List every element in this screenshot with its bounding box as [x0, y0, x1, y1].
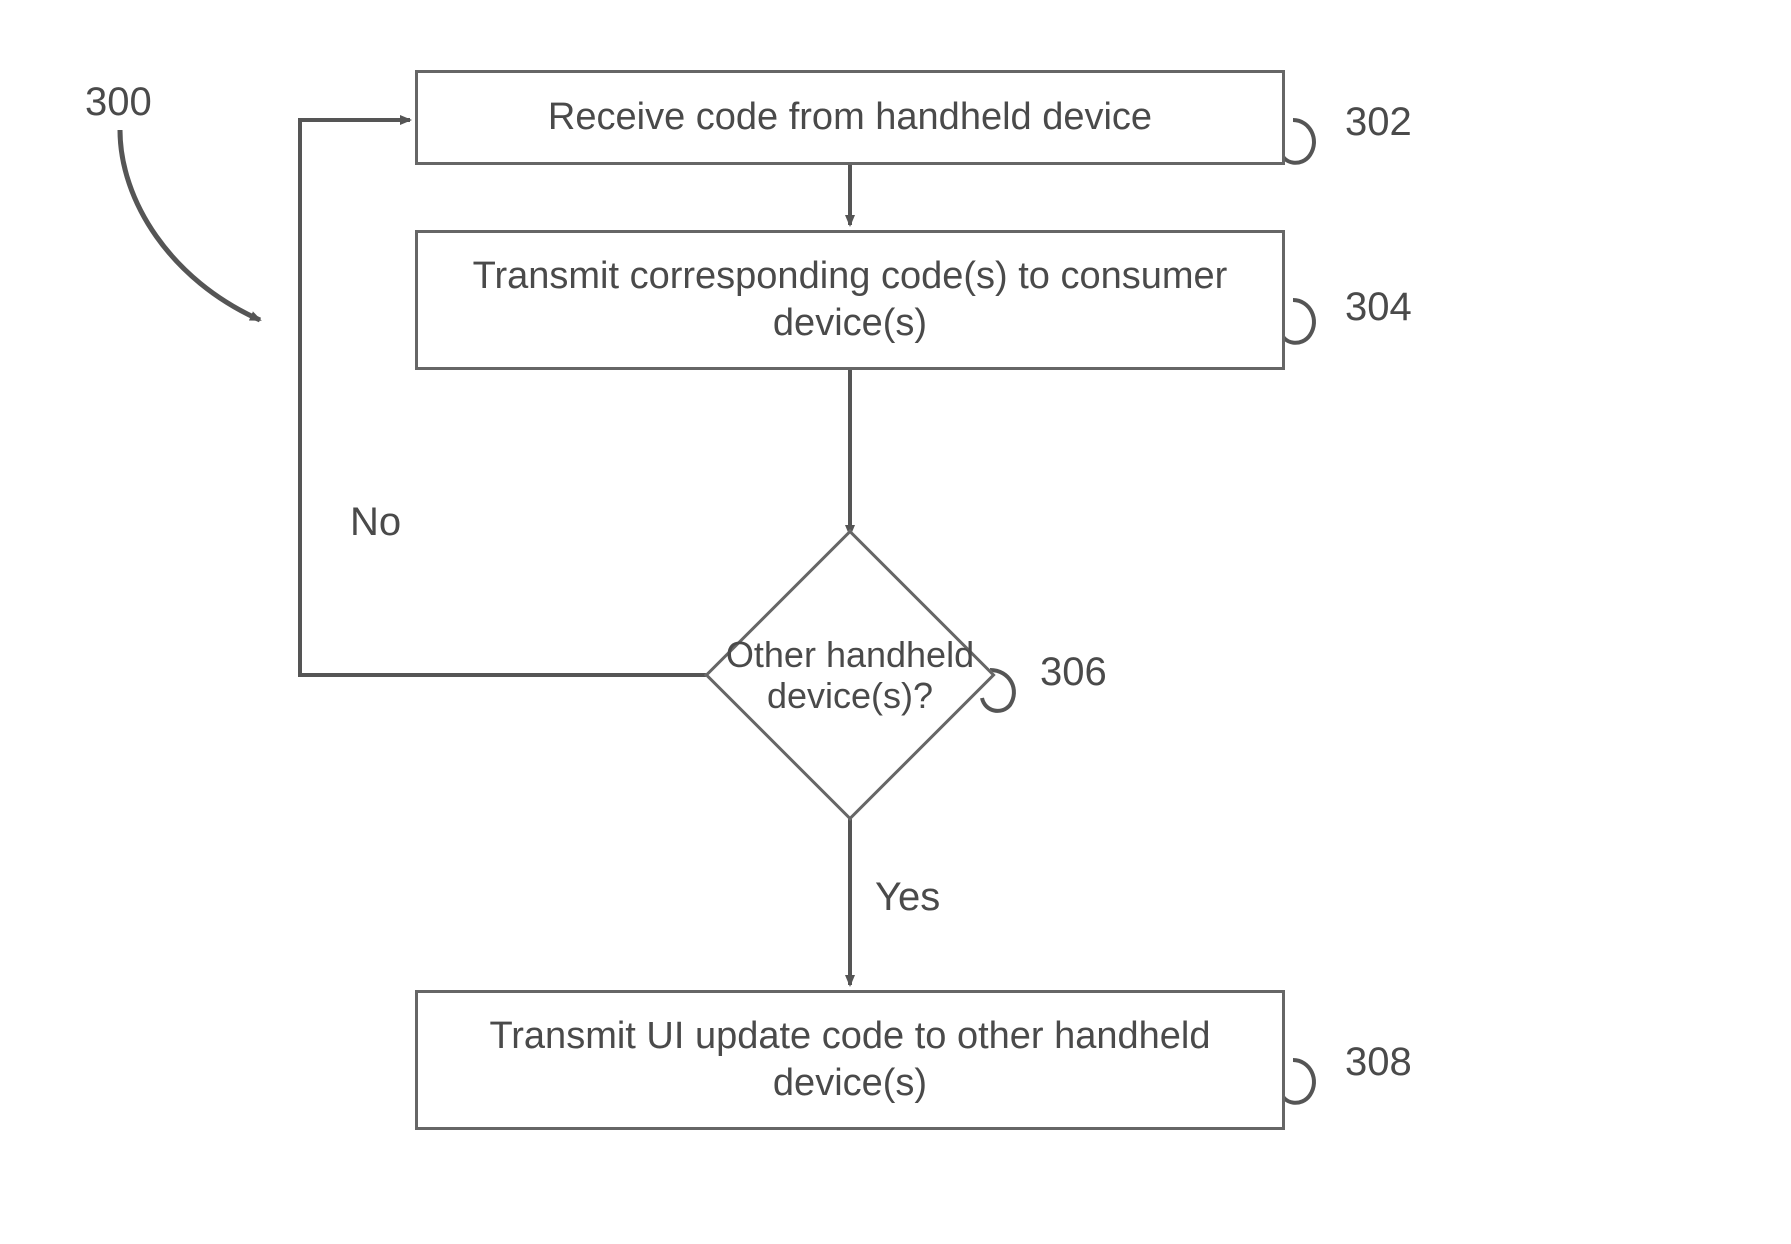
branch-no-label: No	[350, 500, 401, 545]
step-308-text: Transmit UI update code to other handhel…	[438, 1013, 1262, 1108]
step-304-text: Transmit corresponding code(s) to consum…	[438, 253, 1262, 348]
step-306-text: Other handheld device(s)?	[710, 535, 990, 815]
figure-ref-300: 300	[85, 80, 152, 125]
step-receive-code: Receive code from handheld device	[415, 70, 1285, 165]
step-302-ref: 302	[1345, 100, 1412, 145]
branch-yes-label: Yes	[875, 875, 940, 920]
flowchart-canvas: 300 Receive code from handheld device 30…	[0, 0, 1791, 1244]
step-306-ref: 306	[1040, 650, 1107, 695]
step-308-ref: 308	[1345, 1040, 1412, 1085]
decision-other-device: Other handheld device(s)?	[710, 535, 990, 815]
step-302-text: Receive code from handheld device	[548, 94, 1152, 142]
step-304-ref: 304	[1345, 285, 1412, 330]
step-transmit-ui-update: Transmit UI update code to other handhel…	[415, 990, 1285, 1130]
step-transmit-codes: Transmit corresponding code(s) to consum…	[415, 230, 1285, 370]
